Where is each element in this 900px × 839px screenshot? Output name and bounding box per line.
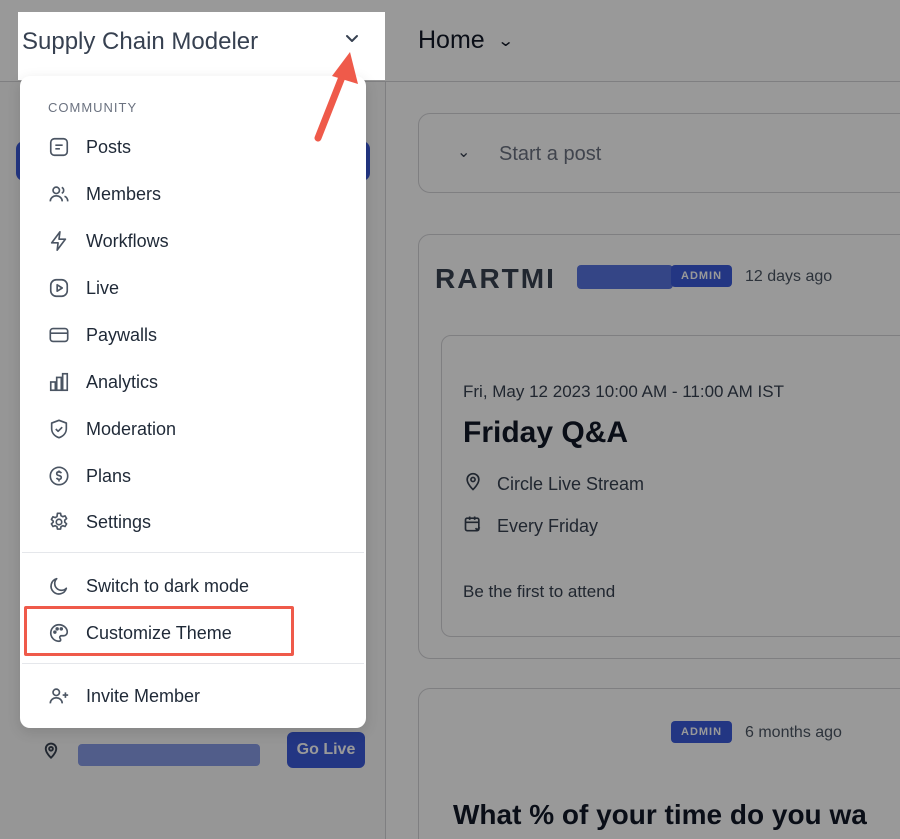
menu-section-heading: COMMUNITY [48, 100, 138, 115]
menu-item-label: Posts [86, 136, 132, 157]
post-composer[interactable]: ⌄ Start a post [418, 113, 900, 193]
event-datetime: Fri, May 12 2023 10:00 AM - 11:00 AM IST [463, 382, 784, 401]
gear-icon [48, 511, 70, 533]
event-recurrence-text: Every Friday [497, 516, 599, 536]
menu-item-label: Analytics [86, 371, 159, 392]
menu-item-label: Workflows [86, 230, 169, 251]
menu-item-members[interactable]: Members [48, 179, 161, 209]
menu-item-label: Moderation [86, 418, 177, 439]
moon-icon [48, 575, 70, 597]
event-location-text: Circle Live Stream [497, 474, 645, 494]
sidebar-live-room: Go Live [16, 724, 376, 784]
bar-chart-icon [48, 371, 70, 393]
space-badge [577, 265, 673, 289]
lightning-icon [48, 230, 70, 252]
event-location: Circle Live Stream [463, 472, 644, 497]
shield-icon [48, 418, 70, 440]
calendar-repeat-icon [463, 514, 483, 539]
menu-item-label: Switch to dark mode [86, 575, 250, 596]
card-icon [48, 324, 70, 346]
event-title: Friday Q&A [463, 416, 629, 449]
menu-item-live[interactable]: Live [48, 273, 119, 303]
post-card[interactable]: ADMIN 6 months ago What % of your time d… [418, 688, 900, 839]
menu-item-paywalls[interactable]: Paywalls [48, 320, 157, 350]
menu-item-invite-member[interactable]: Invite Member [48, 681, 200, 711]
event-attend-text: Be the first to attend [463, 582, 616, 601]
event-card[interactable]: Fri, May 12 2023 10:00 AM - 11:00 AM IST… [441, 335, 900, 637]
menu-divider [22, 663, 364, 664]
admin-badge: ADMIN [671, 265, 733, 287]
community-menu: COMMUNITY Posts Members Workflows Live P… [20, 76, 366, 728]
post-time: 12 days ago [745, 268, 833, 285]
post-time: 6 months ago [745, 724, 842, 741]
menu-item-label: Plans [86, 465, 132, 486]
dollar-circle-icon [48, 465, 70, 487]
menu-item-settings[interactable]: Settings [48, 507, 151, 537]
page-title[interactable]: Home ⌄ [418, 26, 515, 55]
menu-item-dark-mode[interactable]: Switch to dark mode [48, 571, 249, 601]
menu-item-plans[interactable]: Plans [48, 461, 131, 491]
menu-item-label: Settings [86, 511, 152, 532]
highlight-annotation [24, 606, 294, 656]
menu-item-posts[interactable]: Posts [48, 132, 131, 162]
go-live-button[interactable]: Go Live [287, 732, 365, 768]
chevron-down-icon[interactable]: ⌄ [457, 142, 470, 162]
menu-item-label: Paywalls [86, 324, 158, 345]
user-plus-icon [48, 685, 70, 707]
community-title[interactable]: Supply Chain Modeler [22, 28, 258, 56]
menu-item-label: Invite Member [86, 685, 201, 706]
play-icon [48, 277, 70, 299]
menu-item-analytics[interactable]: Analytics [48, 367, 158, 397]
menu-divider [22, 552, 364, 553]
menu-item-label: Members [86, 183, 162, 204]
admin-badge: ADMIN [671, 721, 733, 743]
composer-placeholder: Start a post [499, 143, 602, 165]
page-title-label: Home [418, 26, 485, 54]
post-title: What % of your time do you wa [453, 799, 867, 830]
post-card[interactable]: RARTMI ADMIN 12 days ago Fri, May 12 202… [418, 234, 900, 659]
menu-item-moderation[interactable]: Moderation [48, 414, 176, 444]
author-logo: RARTMI [435, 263, 556, 294]
menu-item-label: Live [86, 277, 120, 298]
members-icon [48, 183, 70, 205]
posts-icon [48, 136, 70, 158]
arrow-annotation [314, 52, 358, 142]
menu-item-workflows[interactable]: Workflows [48, 226, 169, 256]
location-pin-icon [42, 742, 60, 760]
location-pin-icon [463, 472, 483, 497]
chevron-down-icon: ⌄ [496, 32, 515, 50]
live-room-label [78, 744, 260, 766]
event-recurrence: Every Friday [463, 514, 598, 539]
